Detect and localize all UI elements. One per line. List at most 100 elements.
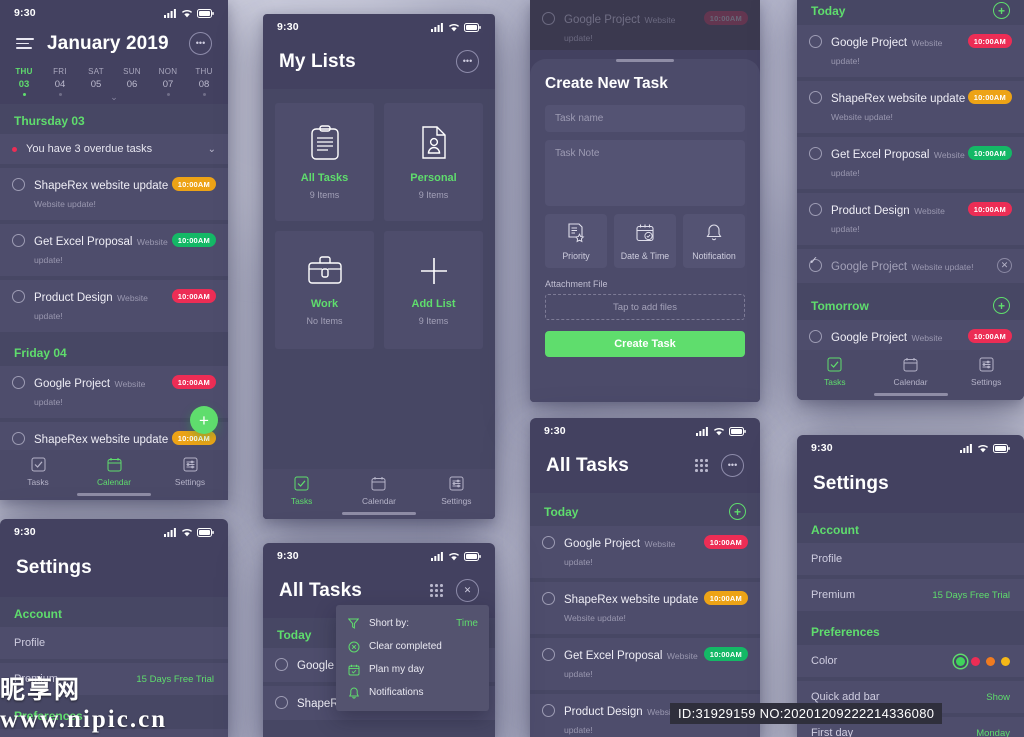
day-cell[interactable]: FRI 04 — [42, 67, 78, 96]
chevron-down-icon[interactable]: ⌄ — [208, 144, 216, 155]
task-checkbox[interactable] — [809, 203, 822, 216]
expand-calendar-icon[interactable]: ⌄ — [110, 92, 118, 103]
task-checkbox[interactable] — [12, 432, 25, 445]
add-task-icon[interactable]: + — [993, 2, 1010, 19]
task-checkbox[interactable] — [542, 704, 555, 717]
menu-item-plan-my-day[interactable]: Plan my day — [336, 658, 489, 681]
sheet-grab-handle[interactable] — [616, 59, 674, 62]
task-row[interactable]: ShapeRex website update Website update! … — [0, 168, 228, 220]
task-checkbox[interactable] — [809, 91, 822, 104]
task-row[interactable]: Get Excel Proposal Website update! 10:00… — [530, 638, 760, 690]
nav-label: Calendar — [893, 377, 928, 387]
list-count: 9 Items — [418, 315, 449, 326]
task-time-badge: 10:00AM — [171, 289, 216, 303]
day-cell[interactable]: SUN 06 — [114, 67, 150, 96]
option-date-time[interactable]: Date & Time — [614, 214, 676, 268]
grid-menu-icon[interactable] — [430, 584, 443, 597]
nav-tab-calendar[interactable]: Calendar — [340, 476, 417, 506]
day-cell[interactable]: SAT 05 — [78, 67, 114, 96]
task-checkbox[interactable] — [809, 35, 822, 48]
task-row[interactable]: Product Design Website update! 10:00AM — [0, 280, 228, 332]
settings-row-profile[interactable]: Profile — [797, 543, 1024, 575]
nav-tab-settings[interactable]: Settings — [418, 476, 495, 506]
nav-label: Tasks — [824, 377, 846, 387]
nav-tab-tasks[interactable]: Tasks — [797, 357, 873, 387]
menu-icon[interactable] — [16, 38, 34, 49]
list-card-all-tasks[interactable]: All Tasks 9 Items — [275, 103, 374, 221]
grid-menu-icon[interactable] — [695, 459, 708, 472]
nav-tab-calendar[interactable]: Calendar — [873, 357, 949, 387]
list-card-work[interactable]: Work No Items — [275, 231, 374, 349]
task-row[interactable]: Get Excel Proposal Website update! 10:00… — [0, 224, 228, 276]
option-notification[interactable]: Notification — [683, 214, 745, 268]
menu-item-sort-by[interactable]: Short by: Time — [336, 612, 489, 635]
nav-tab-calendar[interactable]: Calendar — [76, 457, 152, 487]
close-icon[interactable]: ✕ — [456, 579, 479, 602]
option-priority[interactable]: Priority — [545, 214, 607, 268]
settings-row-color[interactable]: Color — [0, 729, 228, 737]
task-checkbox[interactable] — [12, 178, 25, 191]
calendar-check-icon — [635, 223, 655, 245]
add-task-fab[interactable]: + — [190, 406, 218, 434]
task-checkbox[interactable] — [542, 536, 555, 549]
overdue-banner[interactable]: You have 3 overdue tasks ⌄ — [0, 134, 228, 164]
section-label: Today — [811, 3, 846, 18]
task-checkbox[interactable] — [12, 376, 25, 389]
settings-row-premium[interactable]: Premium 15 Days Free Trial — [0, 663, 228, 695]
menu-item-notifications[interactable]: Notifications — [336, 681, 489, 704]
day-cell[interactable]: THU 03 — [6, 67, 42, 96]
more-options-icon[interactable]: ••• — [456, 50, 479, 73]
task-checkbox[interactable] — [809, 330, 822, 343]
list-card-add-list[interactable]: Add List 9 Items — [384, 231, 483, 349]
task-row[interactable]: ShapeRex website update Website update! … — [530, 582, 760, 634]
color-swatch-red[interactable] — [971, 656, 980, 666]
filter-icon — [347, 617, 360, 630]
nav-tab-tasks[interactable]: Tasks — [263, 476, 340, 506]
day-cell[interactable]: THU 08 — [186, 67, 222, 96]
page-title: My Lists — [279, 50, 356, 72]
task-checkbox[interactable] — [542, 592, 555, 605]
add-task-icon[interactable]: + — [729, 503, 746, 520]
day-cell[interactable]: NON 07 — [150, 67, 186, 96]
task-row[interactable]: Google Project Website update! 10:00AM — [530, 526, 760, 578]
settings-header: Settings — [0, 545, 228, 597]
setting-value: Show — [986, 691, 1010, 703]
week-day-selector[interactable]: THU 03 FRI 04 SAT 05 SUN 06 NON 07 THU 0… — [0, 65, 228, 104]
setting-key: First day — [811, 727, 854, 737]
attachment-dropzone[interactable]: Tap to add files — [545, 294, 745, 320]
nav-tab-settings[interactable]: Settings — [152, 457, 228, 487]
task-row[interactable]: Google Project Website update! 10:00AM — [797, 25, 1024, 77]
color-swatch-orange[interactable] — [986, 656, 995, 666]
color-swatch-green[interactable] — [956, 656, 965, 666]
task-checkbox[interactable] — [275, 696, 288, 709]
create-task-button[interactable]: Create Task — [545, 331, 745, 357]
task-checkbox[interactable] — [12, 234, 25, 247]
list-card-personal[interactable]: Personal 9 Items — [384, 103, 483, 221]
task-checkbox[interactable] — [542, 648, 555, 661]
settings-row-color[interactable]: Color — [797, 645, 1024, 677]
task-row[interactable]: ShapeRex website update Website update! … — [797, 81, 1024, 133]
remove-task-icon[interactable]: ✕ — [997, 258, 1012, 273]
color-swatch-group[interactable] — [956, 656, 1010, 666]
task-checkbox[interactable] — [809, 147, 822, 160]
more-options-icon[interactable]: ••• — [189, 32, 212, 55]
task-checkbox[interactable] — [12, 290, 25, 303]
nav-tab-tasks[interactable]: Tasks — [0, 457, 76, 487]
task-row[interactable]: Get Excel Proposal Website update! 10:00… — [797, 137, 1024, 189]
task-note-input[interactable]: Task Note — [545, 140, 745, 206]
task-row[interactable]: Product Design Website update! 10:00AM — [797, 193, 1024, 245]
add-task-icon[interactable]: + — [993, 297, 1010, 314]
status-bar: 9:30 — [0, 0, 228, 26]
task-name-input[interactable]: Task name — [545, 105, 745, 132]
settings-row-profile[interactable]: Profile — [0, 627, 228, 659]
task-checkbox-checked[interactable] — [809, 254, 822, 272]
color-swatch-yellow[interactable] — [1001, 656, 1010, 666]
calendar-icon — [107, 457, 122, 474]
wifi-icon — [977, 444, 989, 453]
nav-tab-settings[interactable]: Settings — [948, 357, 1024, 387]
menu-item-clear-completed[interactable]: Clear completed — [336, 635, 489, 658]
task-row-completed[interactable]: Google Project Website update! ✕ — [797, 249, 1024, 283]
more-options-icon[interactable]: ••• — [721, 454, 744, 477]
task-checkbox[interactable] — [275, 658, 288, 671]
settings-row-premium[interactable]: Premium 15 Days Free Trial — [797, 579, 1024, 611]
